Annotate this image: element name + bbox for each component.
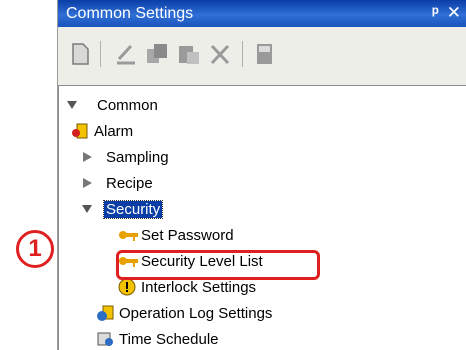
warning-icon	[118, 278, 136, 296]
settings-tree: Common Alarm Sampling Recipe Security Se…	[58, 85, 466, 350]
time-schedule-icon	[96, 330, 114, 348]
alarm-icon	[71, 122, 89, 140]
common-settings-panel: Common Settings ᵖ ✕ Common Alarm Samplin…	[57, 0, 466, 350]
tree-node-set-password[interactable]: Set Password	[118, 224, 234, 246]
toolbar	[58, 27, 466, 85]
properties-icon[interactable]	[254, 41, 274, 67]
collapsed-triangle-icon[interactable]	[80, 176, 94, 190]
expanded-triangle-icon[interactable]	[80, 202, 94, 216]
tree-node-common[interactable]: Common	[65, 94, 158, 116]
tree-node-operation-log-settings[interactable]: Operation Log Settings	[96, 302, 272, 324]
edit-check-icon[interactable]	[114, 41, 138, 67]
collapsed-triangle-icon[interactable]	[80, 150, 94, 164]
copy-icon[interactable]	[144, 41, 170, 67]
key-icon	[118, 226, 138, 244]
panel-titlebar[interactable]: Common Settings ᵖ ✕	[58, 0, 466, 27]
highlight-box	[116, 250, 320, 280]
tree-node-time-schedule[interactable]: Time Schedule	[96, 328, 219, 350]
operation-log-icon	[96, 304, 114, 322]
pin-icon[interactable]: ᵖ	[432, 3, 439, 22]
tree-node-sampling[interactable]: Sampling	[80, 146, 169, 168]
tree-node-security[interactable]: Security	[80, 198, 164, 220]
delete-icon[interactable]	[208, 41, 232, 67]
close-icon[interactable]: ✕	[447, 3, 461, 22]
tree-node-recipe[interactable]: Recipe	[80, 172, 153, 194]
panel-title: Common Settings	[66, 5, 194, 22]
new-document-icon[interactable]	[70, 41, 90, 67]
expanded-triangle-icon[interactable]	[65, 98, 79, 112]
paste-icon[interactable]	[176, 41, 202, 67]
step-number-marker: 1	[16, 230, 54, 268]
tree-node-alarm[interactable]: Alarm	[71, 120, 133, 142]
